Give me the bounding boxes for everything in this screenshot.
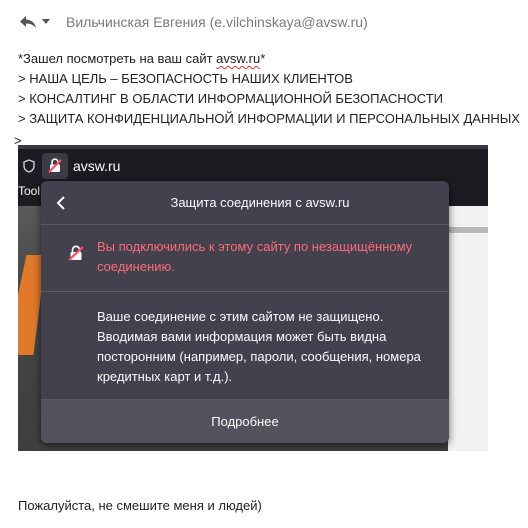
url-bar: avsw.ru	[18, 145, 488, 180]
reply-icon[interactable]	[19, 15, 37, 29]
body-line-3: > КОНСАЛТИНГ В ОБЛАСТИ ИНФОРМАЦИОННОЙ БЕ…	[18, 91, 444, 106]
sender-name: Вильчинская Евгения (e.vilchinskaya@avsw…	[66, 14, 368, 30]
chevron-down-icon[interactable]	[42, 19, 50, 24]
more-info-button: Подробнее	[41, 399, 449, 443]
site-link: avsw.ru	[216, 51, 261, 66]
more-info-label: Подробнее	[211, 414, 279, 429]
warning-row: Вы подключились к этому сайту по незащищ…	[41, 226, 449, 292]
page-edge-line	[448, 227, 488, 233]
warning-text: Вы подключились к этому сайту по незащищ…	[97, 239, 413, 274]
email-header: Вильчинская Евгения (e.vilchinskaya@avsw…	[0, 0, 528, 44]
url-text: avsw.ru	[73, 158, 121, 174]
info-text: Ваше соединение с этим сайтом не защищен…	[97, 309, 421, 384]
panel-title: Защита соединения с avsw.ru	[170, 195, 350, 210]
shield-icon	[23, 159, 35, 173]
email-body: *Зашел посмотреть на ваш сайт avsw.ru* >…	[18, 49, 523, 129]
site-identity-button	[42, 153, 68, 179]
body-line-4: > ЗАЩИТА КОНФИДЕНЦИАЛЬНОЙ ИНФОРМАЦИИ И П…	[18, 111, 520, 126]
embedded-screenshot: avsw.ru Tool Защита соединения с avsw.ru…	[18, 145, 488, 451]
page-edge	[448, 206, 488, 451]
body-line-2: > НАША ЦЕЛЬ – БЕЗОПАСНОСТЬ НАШИХ КЛИЕНТО…	[18, 71, 353, 86]
footer-text: Пожалуйста, не смешите меня и людей)	[18, 498, 262, 513]
body-line-1-suffix: *	[260, 51, 266, 66]
body-line-1-text: *Зашел посмотреть на ваш сайт	[18, 51, 217, 66]
body-line-1: *Зашел посмотреть на ваш сайт avsw.ru*	[18, 49, 523, 69]
insecure-lock-icon	[48, 158, 62, 173]
panel-header: Защита соединения с avsw.ru	[41, 181, 449, 225]
connection-security-panel: Защита соединения с avsw.ru Вы подключил…	[41, 181, 449, 443]
toolbar-label: Tool	[18, 184, 41, 198]
insecure-lock-warning-icon	[68, 245, 84, 261]
